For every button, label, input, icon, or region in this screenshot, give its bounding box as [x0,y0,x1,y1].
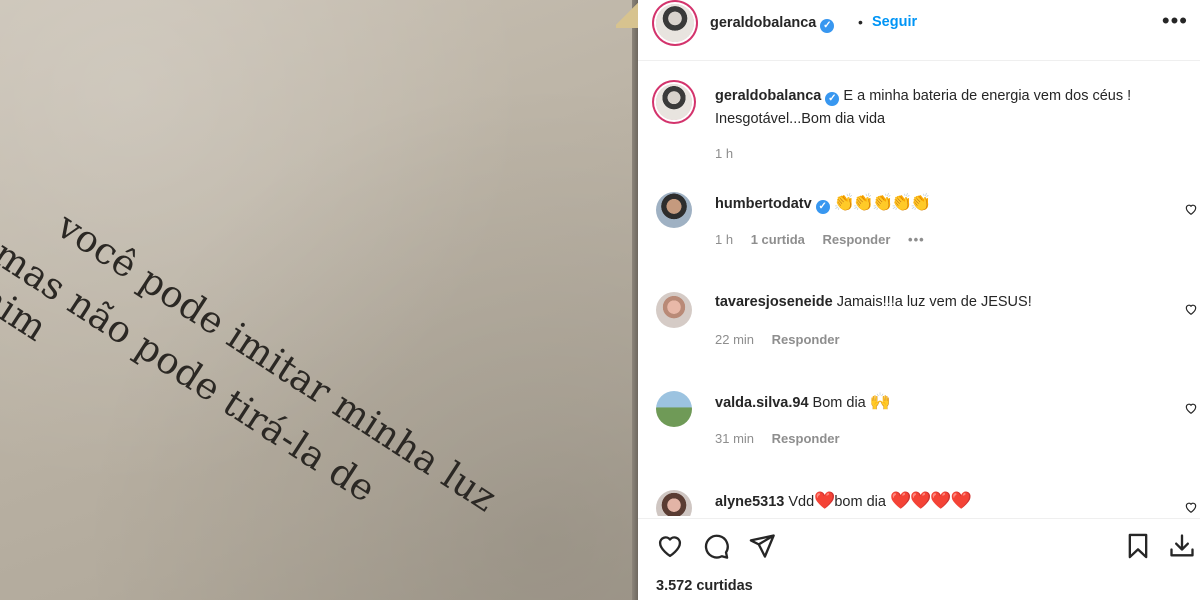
comment-username[interactable]: humbertodatv [715,196,812,212]
bookmark-icon[interactable] [1124,532,1152,560]
download-icon[interactable] [1168,532,1196,560]
comment-like-heart-icon[interactable] [1184,202,1198,216]
post-photo[interactable]: você pode imitar minha luz mas não pode … [0,0,638,600]
separator-dot: • [858,14,863,30]
comment-meta: 31 min Responder [715,431,854,446]
comment-text-wrap: valda.silva.94 Bom dia 🙌 [715,390,1175,415]
reply-button[interactable]: Responder [772,431,840,446]
verified-badge-icon: ✓ [820,19,835,33]
likes-count[interactable]: 3.572 curtidas [656,578,753,594]
actions-divider [638,518,1200,519]
post-side-panel: geraldobalanca ✓ • Seguir ••• geraldobala… [638,0,1200,600]
comment-text: Bom dia [812,395,866,411]
caption-meta: 1 h [715,146,747,161]
comment-like-heart-icon[interactable] [1184,500,1198,514]
photo-text: você pode imitar minha luz mas não pode … [0,200,504,594]
comment-text-wrap: alyne5313 Vdd❤️bom dia ❤️❤️❤️❤️ [715,489,1175,514]
header-divider [638,60,1200,61]
comment-meta: 1 h 1 curtida Responder ••• [715,232,939,247]
comment-time[interactable]: 22 min [715,332,754,347]
comment-text: Jamais!!!a luz vem de JESUS! [836,294,1032,310]
caption-avatar[interactable] [656,84,692,120]
comment-username[interactable]: alyne5313 [715,494,784,510]
comment-username[interactable]: valda.silva.94 [715,395,809,411]
comment-time[interactable]: 31 min [715,431,754,446]
comment-likes[interactable]: 1 curtida [751,232,805,247]
commenter-avatar[interactable] [656,292,692,328]
post-actions [638,522,1200,566]
caption-text-wrap: geraldobalanca ✓ E a minha bateria de ene… [715,85,1175,131]
verified-badge-icon: ✓ [825,92,840,106]
comment-item: alyne5313 Vdd❤️bom dia ❤️❤️❤️❤️ [638,488,1200,516]
comment-icon[interactable] [702,532,730,560]
reply-button[interactable]: Responder [823,232,891,247]
comment-text-after: bom dia [834,494,886,510]
author-avatar[interactable] [656,4,694,42]
follow-button[interactable]: Seguir [872,14,917,30]
comment-username[interactable]: tavaresjoseneide [715,294,833,310]
comment-like-heart-icon[interactable] [1184,401,1198,415]
comment-more-icon[interactable]: ••• [908,232,925,247]
clapping-hands-emoji: 👏👏👏👏👏 [833,193,932,212]
comment-meta: 22 min Responder [715,332,854,347]
commenter-avatar[interactable] [656,490,692,516]
raised-hands-emoji: 🙌 [869,392,891,411]
red-hearts-emoji: ❤️❤️❤️❤️ [889,491,972,510]
caption-username[interactable]: geraldobalanca [715,88,821,104]
caption-time[interactable]: 1 h [715,146,733,161]
more-options-icon[interactable]: ••• [1162,8,1188,34]
heart-icon[interactable] [656,532,684,560]
comment-text-before: Vdd [788,494,815,510]
comment-time[interactable]: 1 h [715,232,733,247]
post-header: geraldobalanca ✓ • Seguir ••• [638,0,1200,48]
author-username[interactable]: geraldobalanca [710,15,816,31]
comment-like-heart-icon[interactable] [1184,302,1198,316]
comment-text-wrap: tavaresjoseneide Jamais!!!a luz vem de J… [715,291,1175,314]
red-heart-emoji: ❤️ [814,491,835,510]
author-username-wrap: geraldobalanca ✓ [710,14,835,33]
comment-text-wrap: humbertodatv ✓ 👏👏👏👏👏 [715,191,1175,216]
reply-button[interactable]: Responder [772,332,840,347]
photo-corner [616,0,638,28]
commenter-avatar[interactable] [656,192,692,228]
send-icon[interactable] [748,532,776,560]
commenter-avatar[interactable] [656,391,692,427]
verified-badge-icon: ✓ [815,200,830,214]
